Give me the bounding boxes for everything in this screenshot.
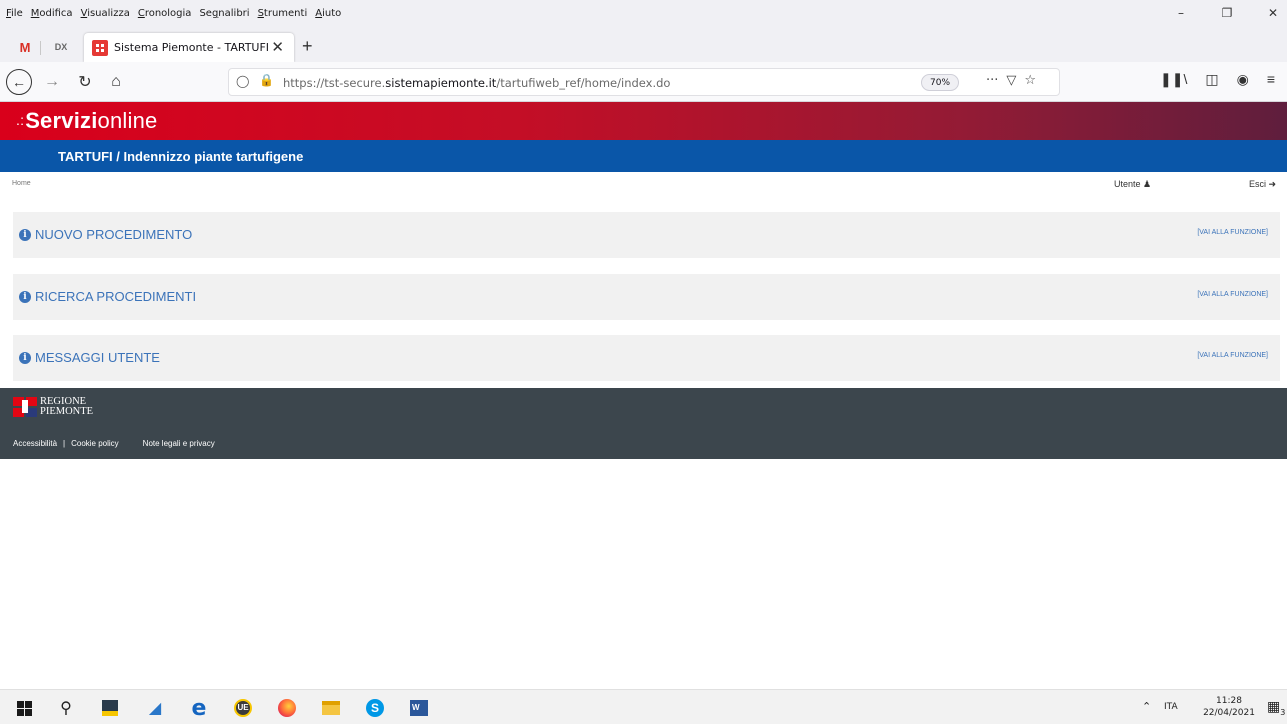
user-link[interactable]: Utente ♟: [1114, 179, 1151, 190]
logout-icon: ➜: [1268, 179, 1277, 189]
zoom-badge[interactable]: 70%: [921, 74, 960, 91]
nav-toolbar: ← → ↻ ⌂ ◯ 🔒 https://tst-secure.sistemapi…: [0, 62, 1287, 102]
info-icon: i: [19, 290, 31, 303]
library-icon[interactable]: ❚❚\: [1160, 71, 1187, 88]
menu-aiuto[interactable]: Aiuto: [315, 8, 341, 19]
chevron-up-icon[interactable]: ⌃: [1142, 700, 1151, 713]
url-bar[interactable]: ◯ 🔒 https://tst-secure.sistemapiemonte.i…: [228, 68, 1060, 96]
footer-links: Accessibilità | Cookie policy Note legal…: [13, 439, 215, 448]
app-tablet-icon[interactable]: ◢: [145, 698, 165, 718]
vai-alla-funzione-link[interactable]: [VAI ALLA FUNZIONE]: [1197, 291, 1268, 298]
reload-icon[interactable]: ↻: [73, 70, 97, 94]
tab-close-icon[interactable]: ✕: [271, 38, 284, 56]
browser-menubar: File Modifica Visualizza Cronologia Segn…: [0, 0, 1287, 31]
language-indicator[interactable]: ITA: [1164, 702, 1178, 712]
tab-active[interactable]: Sistema Piemonte - TARTUFI ✕: [84, 33, 294, 62]
pinned-tab-dx[interactable]: DX: [48, 37, 74, 57]
app-title: TARTUFI / Indennizzo piante tartufigene: [58, 149, 304, 164]
menu-strumenti[interactable]: Strumenti: [258, 8, 308, 19]
panel-title[interactable]: i MESSAGGI UTENTE: [19, 350, 160, 365]
user-icon: ♟: [1143, 179, 1152, 189]
home-icon[interactable]: ⌂: [104, 70, 128, 94]
restore-icon[interactable]: ❐: [1219, 6, 1235, 20]
minimize-icon[interactable]: –: [1173, 6, 1189, 20]
windows-start-icon[interactable]: [14, 698, 34, 718]
url-actions: ··· ▽ ☆: [986, 73, 1036, 88]
vai-alla-funzione-link[interactable]: [VAI ALLA FUNZIONE]: [1197, 352, 1268, 359]
menu-visualizza[interactable]: Visualizza: [81, 8, 130, 19]
panel-ricerca-procedimenti: i RICERCA PROCEDIMENTI [VAI ALLA FUNZIONE…: [13, 274, 1280, 320]
footer-link-accessibilita[interactable]: Accessibilità: [13, 439, 57, 448]
breadcrumb[interactable]: Home: [12, 180, 31, 187]
regione-flag-icon: [13, 397, 37, 417]
panel-title[interactable]: i RICERCA PROCEDIMENTI: [19, 289, 196, 304]
lock-icon[interactable]: 🔒: [259, 73, 274, 87]
pinned-tab-gmail[interactable]: M: [12, 37, 38, 57]
back-icon[interactable]: ←: [6, 69, 32, 95]
search-icon[interactable]: ⚲: [56, 698, 76, 718]
info-icon: i: [19, 351, 31, 364]
app-icon[interactable]: [100, 698, 120, 718]
menu-items: File Modifica Visualizza Cronologia Segn…: [6, 8, 341, 19]
panel-messaggi-utente: i MESSAGGI UTENTE [VAI ALLA FUNZIONE]: [13, 335, 1280, 381]
file-explorer-icon[interactable]: [321, 698, 341, 718]
servizi-online-logo[interactable]: .:Servizionline: [16, 108, 157, 134]
page-footer: REGIONE PIEMONTE Accessibilità | Cookie …: [0, 388, 1287, 459]
pocket-icon[interactable]: ▽: [1006, 73, 1016, 88]
tab-separator: [40, 41, 41, 55]
firefox-icon[interactable]: [277, 698, 297, 718]
ultraedit-icon[interactable]: UE: [233, 698, 253, 718]
footer-link-note-legali[interactable]: Note legali e privacy: [143, 439, 215, 448]
bookmark-star-icon[interactable]: ☆: [1024, 73, 1036, 88]
notification-icon[interactable]: ▦3: [1267, 699, 1285, 717]
window-controls: – ❐ ✕: [1173, 6, 1281, 20]
regione-logo-text: REGIONE PIEMONTE: [40, 396, 94, 417]
footer-separator: |: [63, 439, 66, 448]
word-icon[interactable]: W: [409, 698, 429, 718]
menu-segnalibri[interactable]: Segnalibri: [199, 8, 249, 19]
app-title-bar: TARTUFI / Indennizzo piante tartufigene: [0, 140, 1287, 172]
forward-icon[interactable]: →: [40, 70, 64, 94]
close-window-icon[interactable]: ✕: [1265, 6, 1281, 20]
favicon-icon: [92, 40, 108, 56]
url-text[interactable]: https://tst-secure.sistemapiemonte.it/ta…: [283, 76, 670, 90]
menu-cronologia[interactable]: Cronologia: [138, 8, 192, 19]
page-actions-icon[interactable]: ···: [986, 73, 998, 88]
logout-link[interactable]: Esci ➜: [1249, 179, 1276, 190]
edge-icon[interactable]: e: [189, 696, 209, 721]
panel-nuovo-procedimento: i NUOVO PROCEDIMENTO [VAI ALLA FUNZIONE]: [13, 212, 1280, 258]
dots-icon: .:: [16, 112, 25, 128]
servizi-header: .:Servizionline: [0, 102, 1287, 140]
sidebar-icon[interactable]: ◫: [1205, 71, 1218, 88]
windows-taskbar: ⚲ ◢ e UE S W ⌃ ITA 11:28 22/04/2021 ▦3: [0, 689, 1287, 724]
tab-strip: M DX Sistema Piemonte - TARTUFI ✕ +: [0, 31, 1287, 62]
menu-file[interactable]: File: [6, 8, 23, 19]
panel-title[interactable]: i NUOVO PROCEDIMENTO: [19, 227, 192, 242]
new-tab-icon[interactable]: +: [302, 36, 313, 57]
hamburger-menu-icon[interactable]: ≡: [1267, 71, 1275, 88]
toolbar-icons: ❚❚\ ◫ ◉ ≡: [1160, 71, 1275, 88]
vai-alla-funzione-link[interactable]: [VAI ALLA FUNZIONE]: [1197, 229, 1268, 236]
tracking-shield-icon[interactable]: ◯: [236, 74, 249, 88]
skype-icon[interactable]: S: [365, 698, 385, 718]
tab-title: Sistema Piemonte - TARTUFI: [114, 41, 270, 54]
info-icon: i: [19, 228, 31, 241]
footer-link-cookie-policy[interactable]: Cookie policy: [71, 439, 119, 448]
account-icon[interactable]: ◉: [1237, 71, 1249, 88]
regione-piemonte-logo[interactable]: REGIONE PIEMONTE: [13, 396, 94, 417]
menu-modifica[interactable]: Modifica: [31, 8, 73, 19]
clock[interactable]: 11:28 22/04/2021: [1199, 695, 1259, 719]
